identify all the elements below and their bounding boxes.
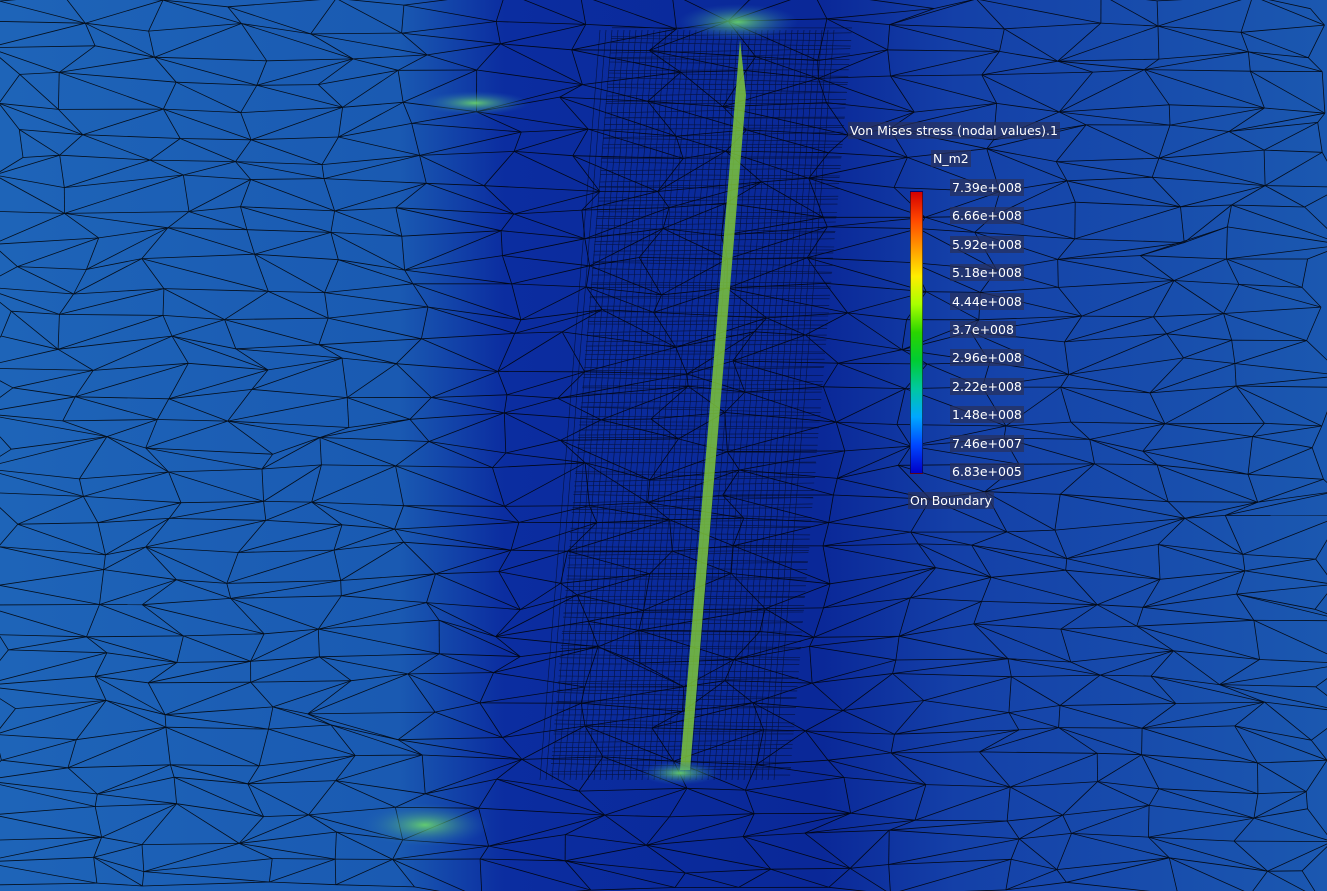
legend-title: Von Mises stress (nodal values).1 — [848, 122, 1060, 139]
legend-value: 5.18e+008 — [950, 264, 1024, 282]
legend-value: 4.44e+008 — [950, 292, 1024, 310]
hotspot-upper-left — [420, 91, 530, 115]
legend-value: 7.39e+008 — [950, 179, 1024, 196]
legend-value: 2.96e+008 — [950, 349, 1024, 367]
hotspot-top — [678, 4, 798, 40]
hotspot-crack-bottom — [640, 761, 720, 785]
legend-value: 6.66e+008 — [950, 207, 1024, 225]
legend-unit: N_m2 — [931, 150, 971, 167]
legend-value: 1.48e+008 — [950, 406, 1024, 424]
legend-colorbar — [910, 191, 923, 474]
legend-value: 7.46e+007 — [950, 434, 1024, 452]
legend-value: 2.22e+008 — [950, 377, 1024, 395]
legend-value: 5.92e+008 — [950, 235, 1024, 253]
fea-result-viewport[interactable]: Von Mises stress (nodal values).1 N_m2 7… — [0, 0, 1327, 891]
mesh-result-canvas[interactable] — [0, 0, 1327, 891]
legend-location: On Boundary — [908, 492, 994, 509]
legend-value: 3.7e+008 — [950, 321, 1016, 338]
hotspot-lower-left — [360, 803, 490, 847]
legend-value: 6.83e+005 — [950, 463, 1024, 480]
